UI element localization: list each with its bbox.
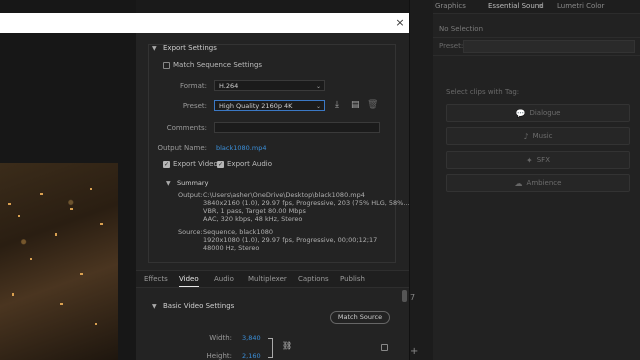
export-settings-title: Export Settings (163, 44, 217, 52)
tab-graphics[interactable]: Graphics (435, 2, 466, 10)
basic-video-title: Basic Video Settings (163, 302, 235, 310)
tab-essential-sound[interactable]: Essential Sound (488, 2, 544, 10)
settings-tab-bar: Effects Video Audio Multiplexer Captions… (136, 270, 409, 288)
height-label: Height: (206, 352, 233, 360)
export-audio-checkbox[interactable]: ✓ (217, 161, 224, 168)
link-bracket (268, 338, 273, 358)
comments-label: Comments: (166, 124, 207, 132)
music-button[interactable]: ♪ Music (446, 127, 630, 145)
width-value[interactable]: 3,840 (242, 334, 261, 342)
output-video-info: 3840x2160 (1.0), 29.97 fps, Progressive,… (203, 199, 410, 207)
collapse-caret-icon[interactable]: ▼ (152, 45, 157, 52)
no-selection-label: No Selection (439, 25, 484, 33)
source-sequence: Sequence, black1080 (203, 228, 273, 236)
tab-multiplexer[interactable]: Multiplexer (248, 275, 287, 283)
tab-captions[interactable]: Captions (298, 275, 329, 283)
output-summary-label: Output: (178, 191, 203, 199)
music-note-icon: ♪ (523, 131, 529, 141)
preset-dropdown[interactable]: High Quality 2160p 4K ⌄ (214, 100, 325, 111)
basic-video-caret-icon[interactable]: ▼ (152, 303, 157, 310)
chevron-down-icon: ⌄ (315, 83, 321, 90)
match-sequence-label: Match Sequence Settings (173, 61, 263, 69)
preset-label: Preset: (182, 102, 207, 110)
timeline-strip: 7 + (409, 0, 434, 360)
dialogue-button[interactable]: 💬 Dialogue (446, 104, 630, 122)
resize-checkbox[interactable] (381, 344, 388, 351)
source-audio-info: 48000 Hz, Stereo (203, 244, 260, 252)
format-label: Format: (179, 82, 207, 90)
menu-lines-icon[interactable]: ≡ (538, 2, 544, 10)
link-chain-icon[interactable]: ⛓ (282, 341, 292, 350)
preset-label: Preset: (439, 42, 464, 50)
export-video-checkbox[interactable]: ✓ (163, 161, 170, 168)
summary-title: Summary (177, 179, 209, 187)
tab-lumetri-color[interactable]: Lumetri Color (557, 2, 604, 10)
output-name-label: Output Name: (157, 144, 207, 152)
preset-row: Preset: (433, 38, 640, 53)
ambience-button[interactable]: ☁ Ambience (446, 174, 630, 192)
output-bitrate-info: VBR, 1 pass, Target 80.00 Mbps (203, 207, 306, 215)
match-source-button[interactable]: Match Source (330, 311, 390, 324)
match-sequence-checkbox[interactable] (163, 62, 170, 69)
add-icon[interactable]: + (410, 346, 418, 357)
panel-tab-bar: Graphics Essential Sound ≡ Lumetri Color (433, 0, 640, 14)
sparkle-icon: ✦ (526, 155, 533, 165)
scrollbar-thumb[interactable] (402, 290, 407, 302)
select-clips-label: Select clips with Tag: (446, 88, 520, 96)
height-value[interactable]: 2,160 (242, 352, 261, 360)
save-preset-icon[interactable]: ⤓ (335, 100, 339, 110)
export-audio-label: Export Audio (227, 160, 273, 168)
trash-icon[interactable]: 🗑 (367, 100, 378, 110)
tab-effects[interactable]: Effects (144, 275, 168, 283)
tab-publish[interactable]: Publish (340, 275, 365, 283)
summary-caret-icon[interactable]: ▼ (166, 180, 171, 187)
output-name-link[interactable]: black1080.mp4 (216, 144, 266, 152)
tab-audio[interactable]: Audio (214, 275, 234, 283)
dialog-title-bar (0, 13, 409, 33)
strip-number: 7 (410, 293, 416, 302)
output-audio-info: AAC, 320 kbps, 48 kHz, Stereo (203, 215, 303, 223)
program-monitor-image (0, 163, 118, 360)
comments-input[interactable] (214, 122, 380, 133)
export-video-label: Export Video (173, 160, 218, 168)
divider (433, 55, 640, 56)
speech-bubble-icon: 💬 (515, 108, 526, 118)
source-summary-label: Source: (178, 228, 203, 236)
source-video-info: 1920x1080 (1.0), 29.97 fps, Progressive,… (203, 236, 378, 244)
tab-video[interactable]: Video (179, 275, 199, 287)
output-path: C:\Users\asher\OneDrive\Desktop\black108… (203, 191, 365, 199)
close-icon[interactable]: × (393, 15, 407, 31)
preset-dropdown[interactable] (463, 40, 635, 53)
chevron-down-icon: ⌄ (315, 103, 321, 110)
essential-sound-panel: Graphics Essential Sound ≡ Lumetri Color… (433, 0, 640, 360)
ambience-icon: ☁ (514, 178, 523, 188)
import-preset-icon[interactable]: ▤ (351, 100, 360, 110)
width-label: Width: (209, 334, 232, 342)
format-dropdown[interactable]: H.264 ⌄ (214, 80, 325, 91)
selection-row: No Selection (433, 23, 640, 38)
sfx-button[interactable]: ✦ SFX (446, 151, 630, 169)
